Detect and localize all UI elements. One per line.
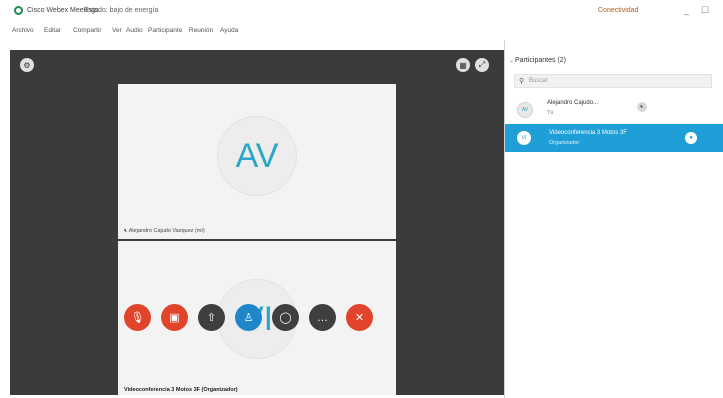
participant-role: Tú bbox=[547, 110, 554, 116]
avatar: AV bbox=[517, 102, 533, 118]
chat-button[interactable]: ◯ bbox=[272, 304, 299, 331]
avatar: AV bbox=[217, 116, 297, 196]
maximize-button[interactable]: ☐ bbox=[701, 5, 709, 16]
menu-ver[interactable]: Ver bbox=[112, 27, 122, 34]
menu-participante[interactable]: Participante bbox=[148, 27, 182, 34]
menu-audio[interactable]: Audio bbox=[126, 27, 143, 34]
video-off-icon: ▣ bbox=[169, 312, 180, 324]
participants-button[interactable]: ♙ bbox=[235, 304, 262, 331]
meeting-status[interactable]: Estado: bajo de energía bbox=[84, 7, 158, 14]
close-icon: ✕ bbox=[354, 312, 365, 324]
menu-ayuda[interactable]: Ayuda bbox=[220, 27, 238, 34]
participants-panel-title: Participantes (2) bbox=[515, 57, 566, 64]
end-meeting-button[interactable]: ✕ bbox=[346, 304, 373, 331]
menu-archivo[interactable]: Archivo bbox=[12, 27, 34, 34]
participant-role: Organizador bbox=[549, 140, 580, 146]
menu-editar[interactable]: Editar bbox=[44, 27, 61, 34]
video-tile-self[interactable]: AV 🔇︎ Alejandro Cajudo Vazquez (mí) bbox=[118, 84, 396, 239]
more-icon: … bbox=[317, 311, 328, 324]
search-icon: ⚲ bbox=[519, 78, 525, 85]
fullscreen-icon[interactable]: ⤢ bbox=[475, 58, 489, 72]
menu-bar: Archivo Editar Compartir Ver Audio Parti… bbox=[0, 22, 723, 40]
participant-row[interactable]: AV Alejandro Cajudo... Tú 🔇︎ bbox=[505, 96, 723, 122]
title-bar: Cisco Webex Meetings Estado: bajo de ene… bbox=[0, 0, 723, 22]
participants-icon: ♙ bbox=[243, 312, 254, 324]
chat-icon: ◯ bbox=[279, 312, 292, 324]
tile-participant-name: Videoconferencia 3 Motos 3F (Organizador… bbox=[124, 387, 238, 393]
menu-compartir[interactable]: Compartir bbox=[73, 27, 102, 34]
participant-row-selected[interactable]: VI Videoconferencia 3 Motos 3F Organizad… bbox=[505, 124, 723, 152]
avatar: VI bbox=[517, 131, 531, 145]
tile-participant-name: 🔇︎ Alejandro Cajudo Vazquez (mí) bbox=[124, 228, 205, 234]
mute-button[interactable]: 🎙 bbox=[124, 304, 151, 331]
muted-mic-icon[interactable]: 🔇︎ bbox=[637, 102, 647, 112]
connectivity-indicator[interactable]: Conectividad bbox=[598, 7, 638, 14]
grid-view-icon[interactable]: ▦ bbox=[456, 58, 470, 72]
more-button[interactable]: … bbox=[309, 304, 336, 331]
webex-logo-icon bbox=[14, 6, 23, 15]
panel-divider bbox=[504, 40, 505, 398]
video-area: ⚙ ▦ ⤢ AV 🔇︎ Alejandro Cajudo Vazquez (mí… bbox=[10, 50, 504, 395]
collapse-chevron-icon[interactable]: ⌄ bbox=[509, 57, 514, 64]
share-icon: ⇧ bbox=[206, 312, 217, 324]
participant-name: Alejandro Cajudo... bbox=[547, 100, 599, 106]
participant-search-input[interactable]: ⚲ Buscar bbox=[514, 74, 712, 88]
layout-options-icon[interactable]: ⚙ bbox=[20, 58, 34, 72]
microphone-muted-icon: 🎙 bbox=[130, 312, 145, 324]
share-button[interactable]: ⇧ bbox=[198, 304, 225, 331]
mic-icon[interactable]: ● bbox=[685, 132, 697, 144]
minimize-button[interactable]: _ bbox=[684, 5, 689, 15]
participant-name: Videoconferencia 3 Motos 3F bbox=[549, 130, 627, 136]
menu-reunion[interactable]: Reunión bbox=[189, 27, 213, 34]
video-button[interactable]: ▣ bbox=[161, 304, 188, 331]
